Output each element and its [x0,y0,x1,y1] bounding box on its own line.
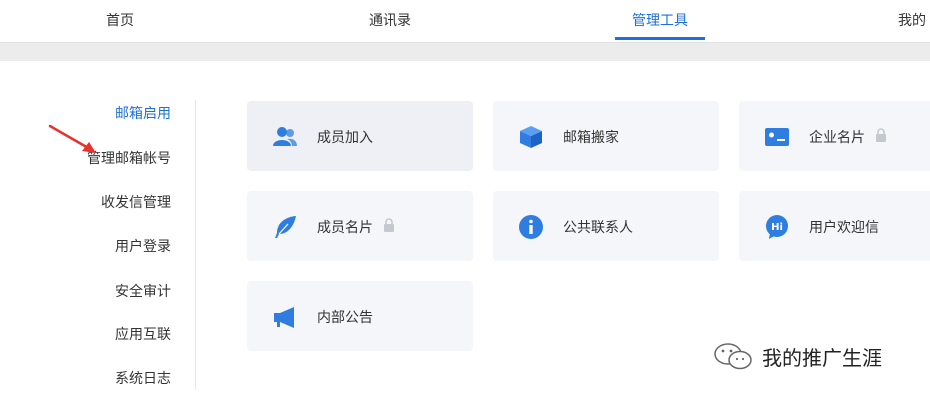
megaphone-icon [274,307,294,328]
card-label: 企业名片 [809,130,865,146]
tab-mine[interactable]: 我的 [898,0,930,42]
card-member-card[interactable]: 成员名片 [247,191,473,261]
card-internal-notice[interactable]: 内部公告 [247,281,473,351]
card-label: 成员加入 [317,130,373,146]
sidebar-item-user-login[interactable]: 用户登录 [115,236,171,256]
card-mailbox-migration[interactable]: 邮箱搬家 [493,101,719,171]
sidebar-item-mailbox-enable[interactable]: 邮箱启用 [115,103,171,123]
card-label: 用户欢迎信 [809,220,879,236]
red-arrow-annotation [48,124,96,153]
tab-home[interactable]: 首页 [70,0,170,42]
card-label: 内部公告 [317,310,373,326]
card-public-contacts[interactable]: 公共联系人 [493,191,719,261]
lock-icon [384,218,394,232]
box-icon [520,126,542,148]
card-welcome-letter[interactable]: Hi 用户欢迎信 [739,191,930,261]
sidebar-item-app-integration[interactable]: 应用互联 [115,324,171,344]
watermark-text: 我的推广生涯 [762,345,882,370]
header-divider-band [0,42,930,61]
business-card-icon [765,128,789,146]
lock-icon [876,128,886,142]
watermark: 我的推广生涯 [712,340,882,372]
sidebar-item-system-log[interactable]: 系统日志 [115,368,171,388]
sidebar-divider [195,100,196,390]
svg-text:Hi: Hi [771,222,783,233]
top-nav: 首页 通讯录 管理工具 我的 [0,0,930,42]
tab-admin-tools[interactable]: 管理工具 [610,0,710,42]
card-label: 成员名片 [317,220,373,236]
sidebar-item-mail-management[interactable]: 收发信管理 [101,192,171,212]
info-icon [519,215,543,239]
members-icon [273,127,297,146]
hi-bubble-icon: Hi [766,215,788,239]
card-label: 公共联系人 [563,220,633,236]
card-label: 邮箱搬家 [563,130,619,146]
card-member-join[interactable]: 成员加入 [247,101,473,171]
sidebar-item-security-audit[interactable]: 安全审计 [115,281,171,301]
tab-contacts[interactable]: 通讯录 [340,0,440,42]
active-tab-indicator [615,37,705,40]
card-business-card[interactable]: 企业名片 [739,101,930,171]
wechat-logo-icon [714,343,752,370]
feather-icon [275,216,296,238]
